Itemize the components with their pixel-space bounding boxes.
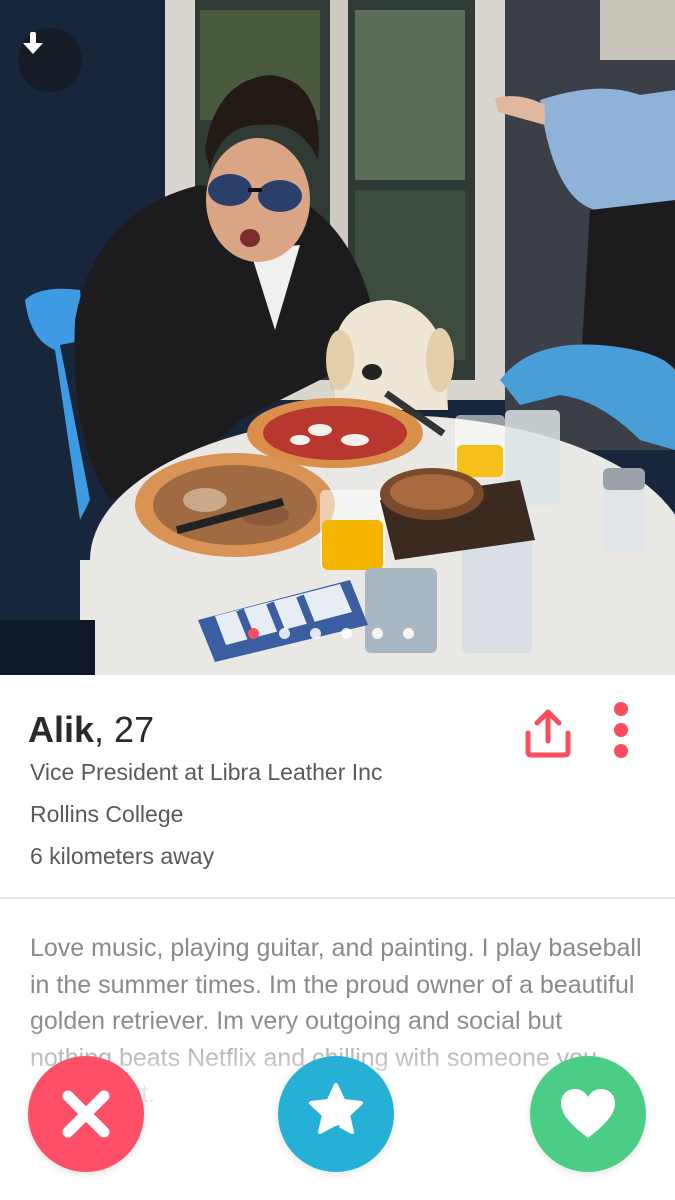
photo-dot[interactable] bbox=[403, 628, 414, 639]
like-button[interactable] bbox=[530, 1056, 646, 1172]
more-options-button[interactable] bbox=[606, 701, 636, 761]
divider bbox=[0, 897, 675, 899]
name-age-separator: , bbox=[94, 709, 115, 750]
share-button[interactable] bbox=[520, 705, 576, 761]
heart-icon bbox=[561, 1089, 615, 1138]
more-vertical-icon bbox=[614, 702, 628, 758]
profile-info: Alik, 27 Vice President at Libra Leather… bbox=[0, 675, 675, 898]
photo-image bbox=[0, 0, 675, 675]
share-icon bbox=[525, 709, 571, 758]
photo-dot[interactable] bbox=[372, 628, 383, 639]
photo-dot[interactable] bbox=[248, 628, 259, 639]
photo-dot[interactable] bbox=[279, 628, 290, 639]
back-button[interactable] bbox=[18, 28, 82, 92]
profile-photo[interactable] bbox=[0, 0, 675, 675]
super-like-button[interactable] bbox=[278, 1056, 394, 1172]
nope-button[interactable] bbox=[28, 1056, 144, 1172]
close-icon bbox=[62, 1090, 110, 1138]
arrow-down-icon bbox=[23, 32, 43, 54]
profile-age: 27 bbox=[114, 709, 155, 750]
profile-job: Vice President at Libra Leather Inc bbox=[30, 759, 383, 785]
profile-name-age: Alik, 27 bbox=[28, 709, 154, 751]
profile-school: Rollins College bbox=[30, 801, 184, 827]
photo-dot[interactable] bbox=[341, 628, 352, 639]
profile-name: Alik bbox=[28, 709, 95, 750]
profile-distance: 6 kilometers away bbox=[30, 843, 215, 869]
photo-pagination bbox=[248, 628, 414, 639]
photo-dot[interactable] bbox=[310, 628, 321, 639]
star-icon bbox=[309, 1083, 363, 1139]
